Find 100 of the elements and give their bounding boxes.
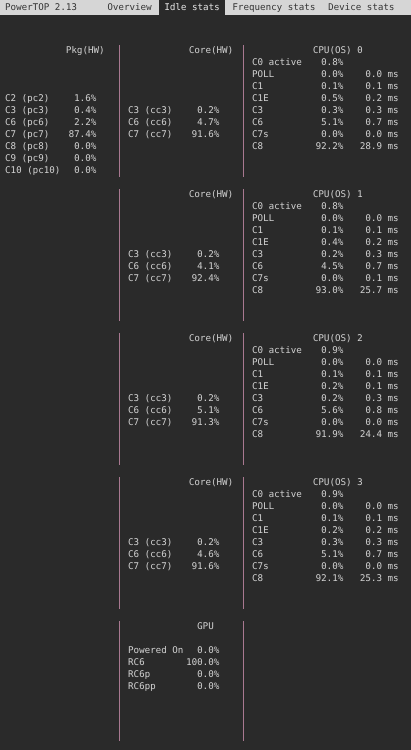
state-name: C6 (pc6)	[5, 117, 50, 129]
state-time: 25.7 ms	[358, 285, 399, 297]
state-value: 87.4%	[68, 129, 96, 141]
state-name: C8	[252, 285, 264, 297]
state-value: 0.9%	[320, 489, 344, 501]
state-value: 0.0%	[320, 501, 344, 513]
state-value: 0.2%	[196, 249, 220, 261]
state-value: 0.0%	[320, 69, 344, 81]
state-value: 0.3%	[320, 105, 344, 117]
state-value: 0.0%	[320, 357, 344, 369]
column-header: Core(HW)	[188, 189, 234, 201]
state-name: C7s	[252, 417, 270, 429]
state-value: 92.2%	[314, 141, 344, 153]
state-value: 0.0%	[320, 213, 344, 225]
tab[interactable]: Overview	[102, 0, 158, 15]
state-value: 0.2%	[320, 525, 344, 537]
state-time: 0.1 ms	[364, 381, 399, 393]
state-name: C1E	[252, 525, 270, 537]
state-time: 0.8 ms	[364, 405, 399, 417]
state-value: 0.2%	[320, 249, 344, 261]
state-value: 0.2%	[196, 393, 220, 405]
state-name: POLL	[252, 213, 276, 225]
state-name: C3	[252, 537, 264, 549]
state-value: 0.0%	[73, 141, 96, 153]
state-value: 0.4%	[73, 105, 96, 117]
state-value: 92.4%	[190, 273, 220, 285]
state-name: C3 (cc3)	[128, 393, 174, 405]
state-time: 0.2 ms	[364, 525, 399, 537]
state-name: C3 (pc3)	[5, 105, 50, 117]
state-name: C3 (cc3)	[128, 105, 174, 117]
state-name: C8	[252, 429, 264, 441]
state-name: C1E	[252, 93, 270, 105]
state-time: 24.4 ms	[358, 429, 399, 441]
state-time: 28.9 ms	[358, 141, 399, 153]
state-name: C3	[252, 105, 264, 117]
state-name: C8	[252, 573, 264, 585]
tab[interactable]: Idle stats	[158, 0, 226, 15]
state-value: 4.5%	[320, 261, 344, 273]
state-value: 0.0%	[320, 417, 344, 429]
state-value: 0.0%	[196, 681, 220, 693]
state-time: 0.0 ms	[364, 357, 399, 369]
state-value: 0.8%	[320, 201, 344, 213]
state-name: C8	[252, 141, 264, 153]
state-name: C2 (pc2)	[5, 93, 50, 105]
state-time: 0.1 ms	[364, 273, 399, 285]
state-name: C8 (pc8)	[5, 141, 50, 153]
state-name: C1E	[252, 237, 270, 249]
state-name: C0 active	[252, 489, 303, 501]
state-time: 0.1 ms	[364, 225, 399, 237]
state-time: 0.0 ms	[364, 417, 399, 429]
state-value: 0.1%	[320, 369, 344, 381]
state-value: 0.2%	[320, 393, 344, 405]
state-name: C6 (cc6)	[128, 117, 174, 129]
state-time: 0.1 ms	[364, 513, 399, 525]
state-name: POLL	[252, 69, 276, 81]
state-value: 0.0%	[73, 165, 96, 177]
state-time: 0.0 ms	[364, 561, 399, 573]
state-name: C3 (cc3)	[128, 249, 174, 261]
state-value: 91.9%	[314, 429, 344, 441]
state-value: 0.0%	[320, 129, 344, 141]
state-value: 0.9%	[320, 345, 344, 357]
state-value: 92.1%	[314, 573, 344, 585]
state-time: 0.3 ms	[364, 393, 399, 405]
state-name: C7s	[252, 273, 270, 285]
state-name: C7s	[252, 129, 270, 141]
state-value: 5.1%	[320, 549, 344, 561]
app-title: PowerTOP 2.13	[5, 1, 77, 15]
column-header: Core(HW)	[188, 333, 234, 345]
state-value: 0.1%	[320, 225, 344, 237]
state-time: 0.1 ms	[364, 81, 399, 93]
state-name: C0 active	[252, 345, 303, 357]
state-value: 0.4%	[320, 237, 344, 249]
state-time: 0.3 ms	[364, 537, 399, 549]
state-name: C1E	[252, 381, 270, 393]
state-value: 0.0%	[73, 153, 96, 165]
state-value: 0.2%	[196, 105, 220, 117]
tab[interactable]: Device stats	[322, 0, 400, 15]
state-name: C7 (cc7)	[128, 561, 174, 573]
state-value: 0.0%	[196, 669, 220, 681]
state-name: RC6	[128, 657, 146, 669]
state-name: C6	[252, 549, 264, 561]
state-time: 0.0 ms	[364, 213, 399, 225]
state-value: 0.8%	[320, 57, 344, 69]
column-header: Pkg(HW)	[66, 45, 105, 57]
state-name: C7s	[252, 561, 270, 573]
state-value: 91.3%	[190, 417, 220, 429]
tab[interactable]: Frequency stats	[226, 0, 321, 15]
state-name: C3	[252, 249, 264, 261]
column-header: CPU(OS) 1	[312, 189, 363, 201]
state-name: C1	[252, 513, 264, 525]
state-time: 0.7 ms	[364, 261, 399, 273]
state-value: 5.1%	[196, 405, 220, 417]
state-name: POLL	[252, 501, 276, 513]
state-time: 0.0 ms	[364, 501, 399, 513]
state-time: 0.7 ms	[364, 117, 399, 129]
state-name: C3	[252, 393, 264, 405]
state-value: 1.6%	[73, 93, 96, 105]
column-header: GPU	[197, 621, 214, 633]
state-value: 4.1%	[196, 261, 220, 273]
state-value: 2.2%	[73, 117, 96, 129]
